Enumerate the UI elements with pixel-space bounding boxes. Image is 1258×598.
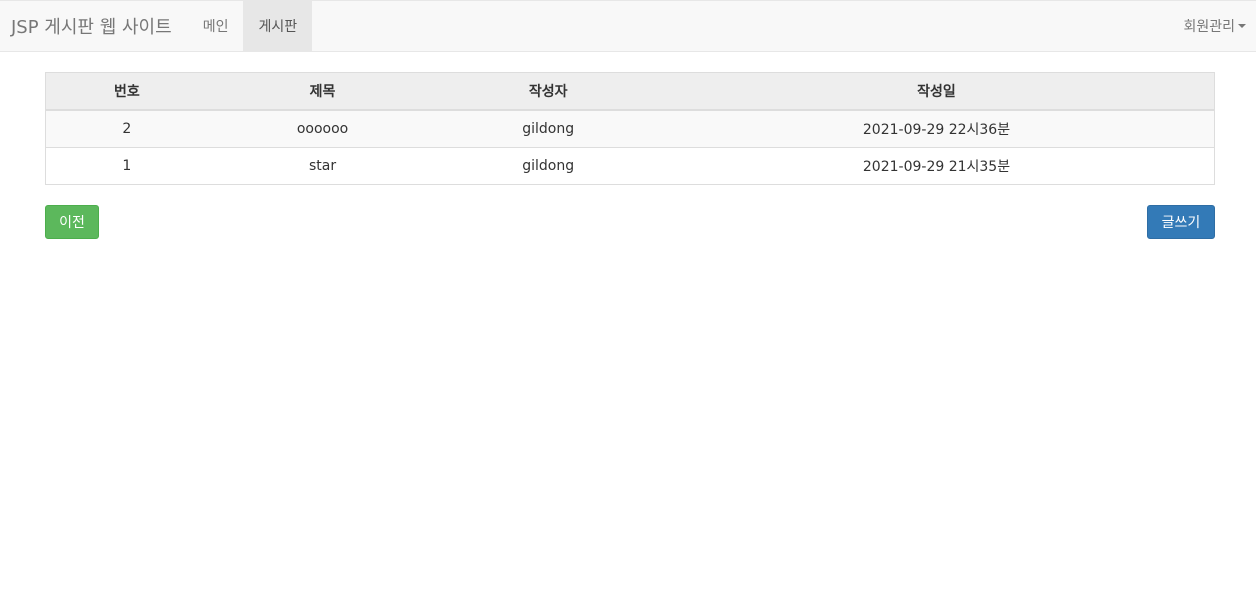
cell-number: 2 <box>45 109 208 148</box>
cell-date: 2021-09-29 22시36분 <box>659 109 1215 148</box>
table-row: 1 star gildong 2021-09-29 21시35분 <box>45 147 1215 185</box>
header-title: 제목 <box>207 72 438 111</box>
cell-writer: gildong <box>437 109 659 148</box>
prev-button[interactable]: 이전 <box>45 205 99 239</box>
top-navbar: JSP 게시판 웹 사이트 메인 게시판 회원관리 <box>0 0 1256 52</box>
member-menu-label: 회원관리 <box>1183 19 1235 35</box>
member-menu-dropdown[interactable]: 회원관리 <box>1183 1 1246 51</box>
table-header-row: 번호 제목 작성자 작성일 <box>45 72 1215 111</box>
cell-number: 1 <box>45 147 208 185</box>
cell-writer: gildong <box>437 147 659 185</box>
header-writer: 작성자 <box>437 72 659 111</box>
write-button[interactable]: 글쓰기 <box>1147 205 1215 239</box>
caret-down-icon <box>1238 24 1246 28</box>
nav-item-main[interactable]: 메인 <box>188 1 244 51</box>
header-date: 작성일 <box>659 72 1215 111</box>
board-table: 번호 제목 작성자 작성일 2 oooooo gildong 2021-09-2… <box>45 72 1215 185</box>
cell-title-link[interactable]: oooooo <box>207 109 438 148</box>
cell-date: 2021-09-29 21시35분 <box>659 147 1215 185</box>
cell-title-link[interactable]: star <box>207 147 438 185</box>
header-number: 번호 <box>45 72 208 111</box>
table-row: 2 oooooo gildong 2021-09-29 22시36분 <box>45 109 1215 148</box>
nav-item-board[interactable]: 게시판 <box>243 1 313 51</box>
brand-link[interactable]: JSP 게시판 웹 사이트 <box>0 1 188 51</box>
